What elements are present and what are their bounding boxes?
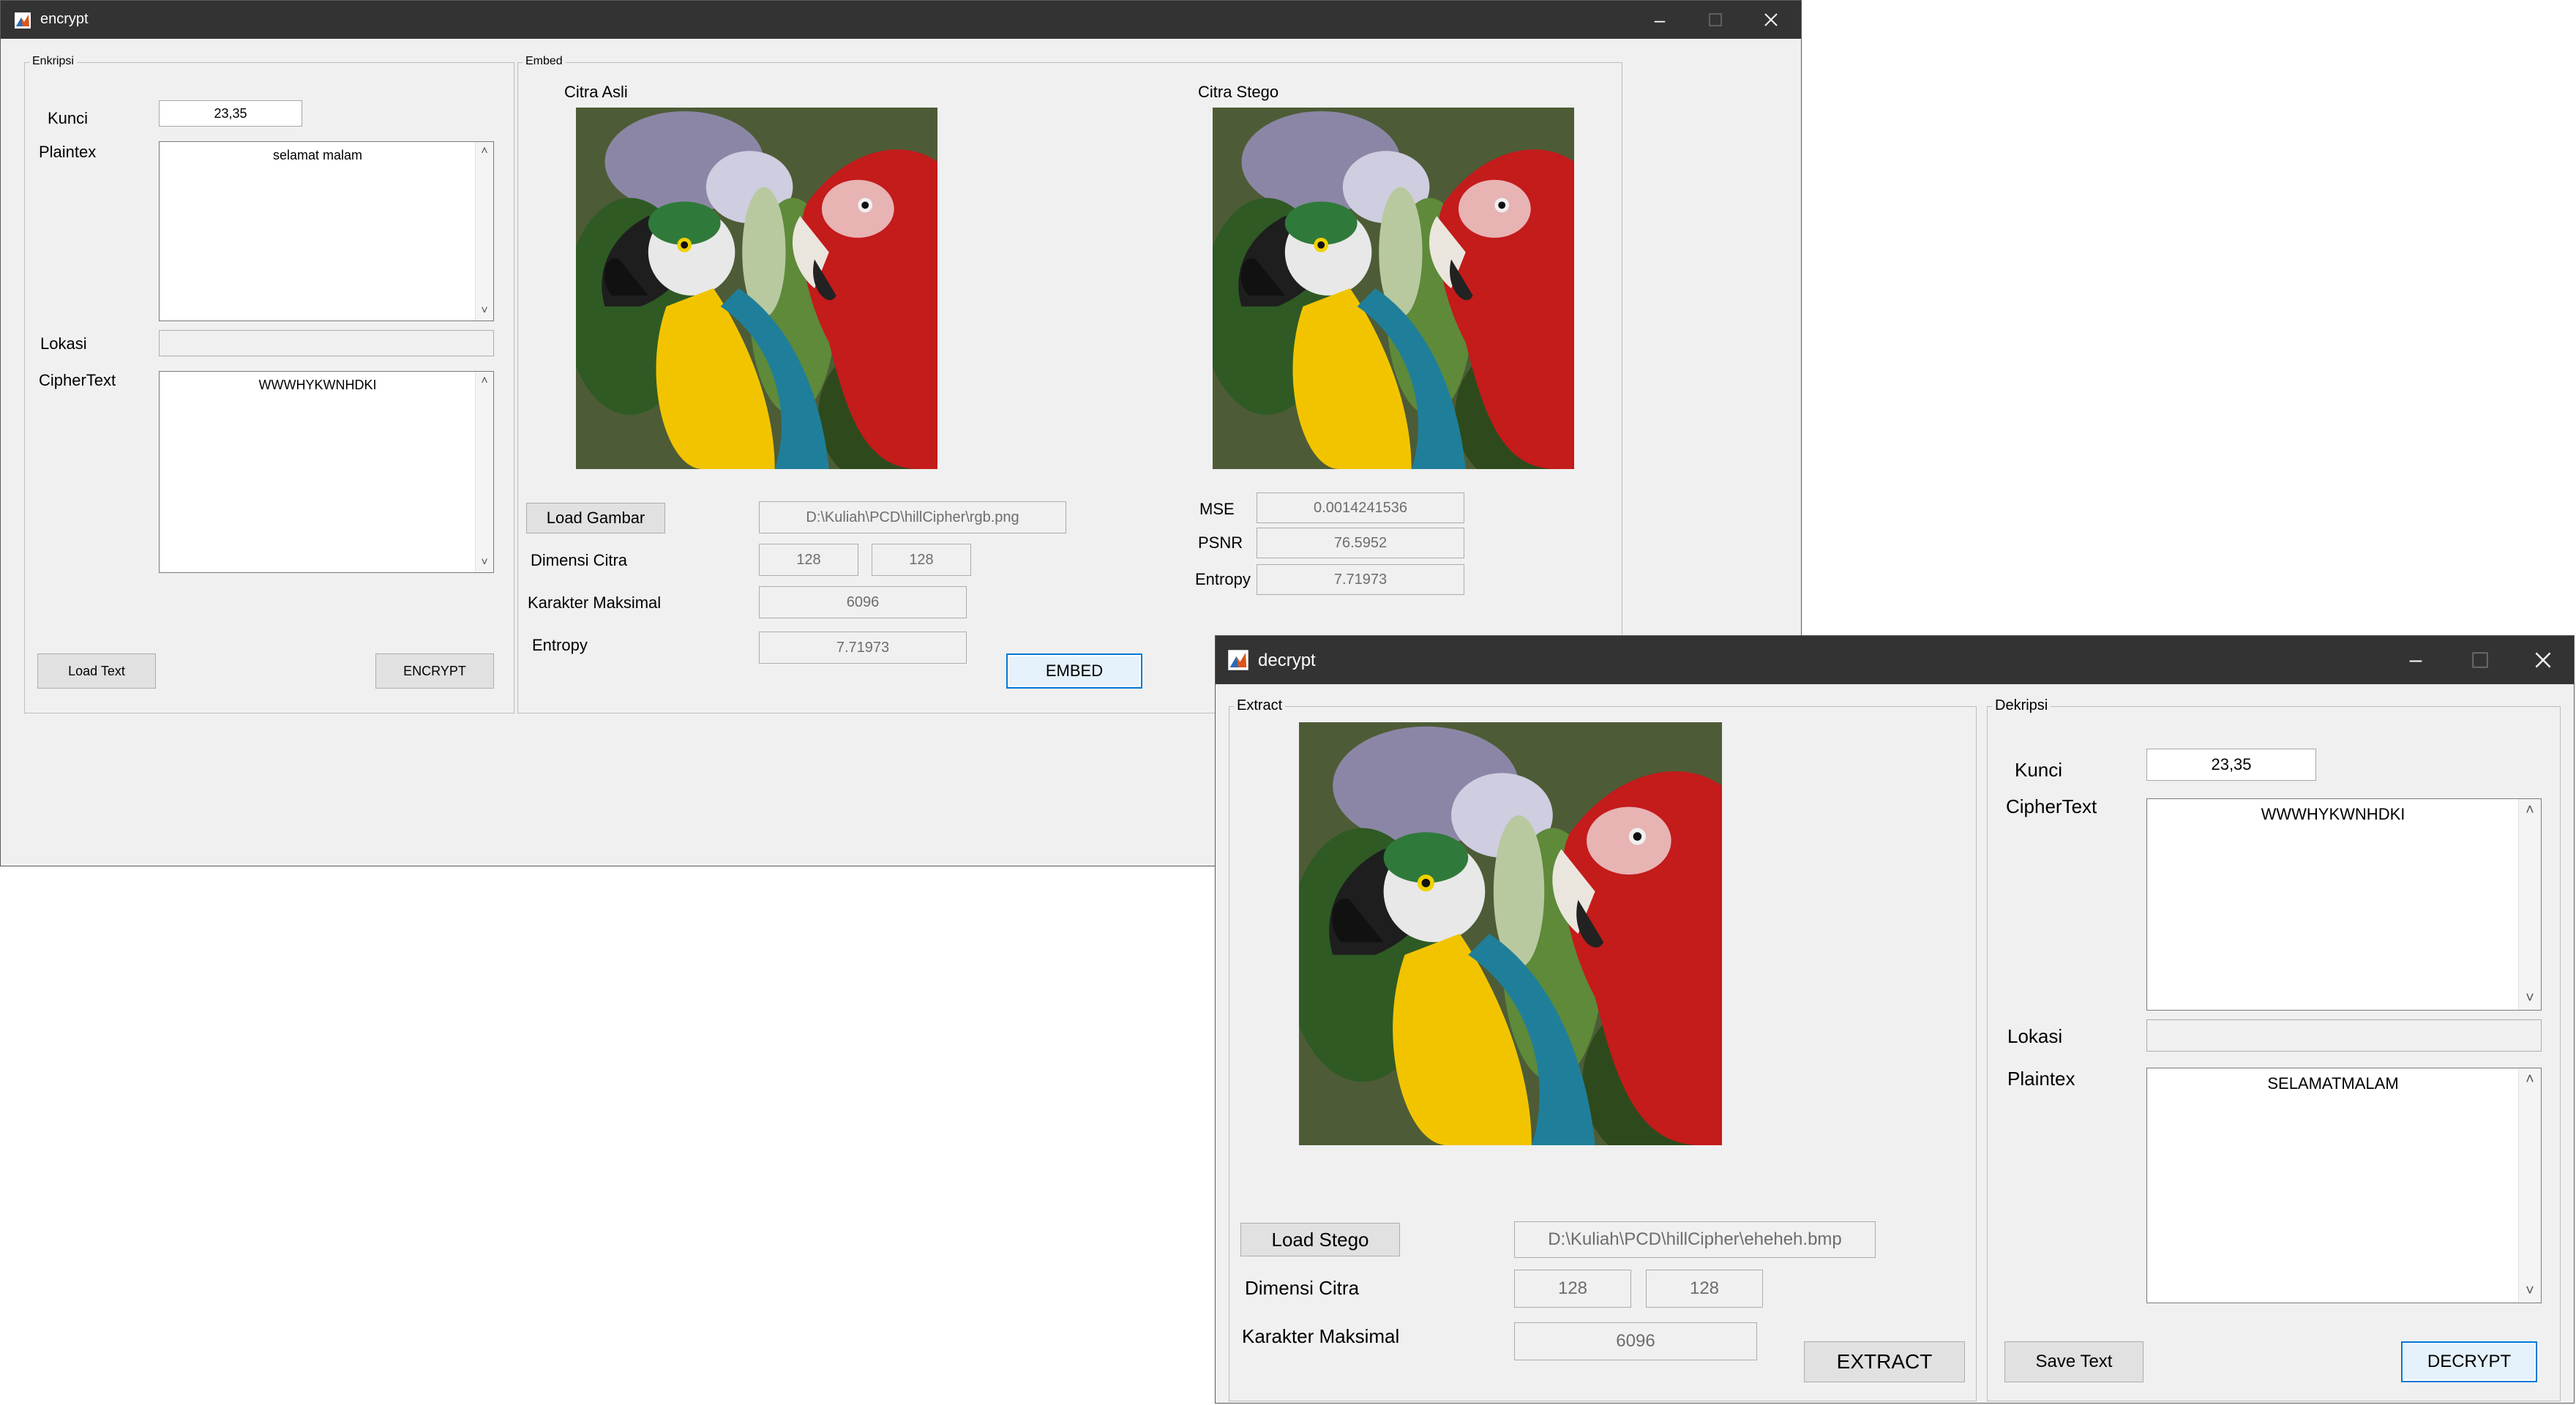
matlab-figure-icon <box>1227 649 1249 671</box>
mse-label: MSE <box>1199 500 1235 518</box>
dimensi-height-field: 128 <box>1646 1270 1763 1308</box>
save-text-button[interactable]: Save Text <box>2004 1341 2143 1382</box>
ciphertext-textarea[interactable]: WWWHYKWNHDKI ˄ ˅ <box>159 371 494 573</box>
window-title: encrypt <box>40 11 89 27</box>
ciphertext-textarea[interactable]: WWWHYKWNHDKI ˄ ˅ <box>2146 798 2542 1011</box>
original-image <box>576 108 937 469</box>
image-path-field: D:\Kuliah\PCD\hillCipher\rgb.png <box>759 501 1066 533</box>
plaintext-textarea[interactable]: SELAMATMALAM ˄ ˅ <box>2146 1068 2542 1303</box>
stego-input-image <box>1299 722 1722 1145</box>
close-icon[interactable] <box>1745 1 1797 39</box>
plaintext-value: selamat malam <box>272 148 363 162</box>
kunci-label: Kunci <box>2015 759 2063 781</box>
ciphertext-scrollbar[interactable]: ˄ ˅ <box>475 372 493 572</box>
dekripsi-panel-title: Dekripsi <box>1992 697 2051 714</box>
plaintext-scrollbar[interactable]: ˄ ˅ <box>2518 1068 2541 1303</box>
plaintext-label: Plaintex <box>2007 1068 2075 1090</box>
ciphertext-value: WWWHYKWNHDKI <box>258 378 377 392</box>
plaintext-value: SELAMATMALAM <box>2267 1074 2399 1093</box>
load-gambar-button[interactable]: Load Gambar <box>526 503 665 533</box>
entropy-field: 7.71973 <box>759 632 967 664</box>
stego-image <box>1213 108 1574 469</box>
mse-field: 0.0014241536 <box>1257 492 1464 523</box>
psnr-field: 76.5952 <box>1257 528 1464 558</box>
dimensi-height-field: 128 <box>872 544 971 576</box>
plaintext-scrollbar[interactable]: ˄ ˅ <box>475 142 493 321</box>
window-title: decrypt <box>1258 651 1316 670</box>
minimize-icon[interactable]: – <box>2385 636 2446 684</box>
karakter-maksimal-field: 6096 <box>759 586 967 618</box>
scroll-down-icon[interactable]: ˅ <box>476 304 493 318</box>
maximize-icon[interactable] <box>2449 636 2511 684</box>
lokasi-field <box>2146 1019 2542 1052</box>
psnr-label: PSNR <box>1198 533 1243 552</box>
scroll-down-icon[interactable]: ˅ <box>2519 1283 2541 1300</box>
lokasi-label: Lokasi <box>40 334 87 353</box>
extract-button[interactable]: EXTRACT <box>1804 1341 1965 1382</box>
karakter-maksimal-field: 6096 <box>1514 1322 1757 1360</box>
maximize-icon[interactable] <box>1690 1 1741 39</box>
scroll-up-icon[interactable]: ˄ <box>2519 802 2541 819</box>
decrypt-button[interactable]: DECRYPT <box>2401 1341 2537 1382</box>
citra-asli-label: Citra Asli <box>564 83 628 101</box>
lokasi-label: Lokasi <box>2007 1025 2063 1047</box>
embed-panel-title: Embed <box>523 55 566 68</box>
kunci-input[interactable]: 23,35 <box>159 100 302 127</box>
load-stego-button[interactable]: Load Stego <box>1240 1223 1400 1256</box>
stego-entropy-label: Entropy <box>1195 570 1251 588</box>
dimensi-width-field: 128 <box>759 544 858 576</box>
dimensi-citra-label: Dimensi Citra <box>531 551 628 569</box>
encrypt-titlebar: encrypt – <box>1 1 1801 39</box>
scroll-down-icon[interactable]: ˅ <box>476 556 493 569</box>
ciphertext-label: CipherText <box>2006 795 2097 817</box>
decrypt-titlebar: decrypt – <box>1216 636 2574 684</box>
scroll-down-icon[interactable]: ˅ <box>2519 990 2541 1007</box>
enkripsi-panel-title: Enkripsi <box>29 55 77 68</box>
close-icon[interactable] <box>2512 636 2574 684</box>
dimensi-width-field: 128 <box>1514 1270 1631 1308</box>
ciphertext-label: CipherText <box>39 371 116 389</box>
citra-stego-label: Citra Stego <box>1198 83 1279 101</box>
stego-path-field: D:\Kuliah\PCD\hillCipher\eheheh.bmp <box>1514 1221 1876 1258</box>
load-text-button[interactable]: Load Text <box>37 653 156 689</box>
ciphertext-scrollbar[interactable]: ˄ ˅ <box>2518 799 2541 1010</box>
plaintext-label: Plaintex <box>39 143 97 161</box>
extract-panel-title: Extract <box>1234 697 1286 714</box>
kunci-input[interactable]: 23,35 <box>2146 749 2316 781</box>
ciphertext-value: WWWHYKWNHDKI <box>2261 805 2405 823</box>
encrypt-button[interactable]: ENCRYPT <box>375 653 494 689</box>
stego-entropy-field: 7.71973 <box>1257 564 1464 595</box>
matlab-figure-icon <box>14 12 31 29</box>
decrypt-window: decrypt – Extract Load Stego D:\Kuliah\P… <box>1215 635 2575 1404</box>
karakter-maksimal-label: Karakter Maksimal <box>528 593 662 612</box>
karakter-maksimal-label: Karakter Maksimal <box>1242 1325 1400 1347</box>
minimize-icon[interactable]: – <box>1634 1 1685 39</box>
kunci-label: Kunci <box>48 109 89 127</box>
dimensi-citra-label: Dimensi Citra <box>1245 1277 1360 1299</box>
scroll-up-icon[interactable]: ˄ <box>2519 1071 2541 1088</box>
scroll-up-icon[interactable]: ˄ <box>476 145 493 158</box>
embed-button[interactable]: EMBED <box>1006 653 1142 689</box>
entropy-label: Entropy <box>532 636 588 654</box>
scroll-up-icon[interactable]: ˄ <box>476 375 493 388</box>
lokasi-field <box>159 330 494 356</box>
plaintext-textarea[interactable]: selamat malam ˄ ˅ <box>159 141 494 321</box>
